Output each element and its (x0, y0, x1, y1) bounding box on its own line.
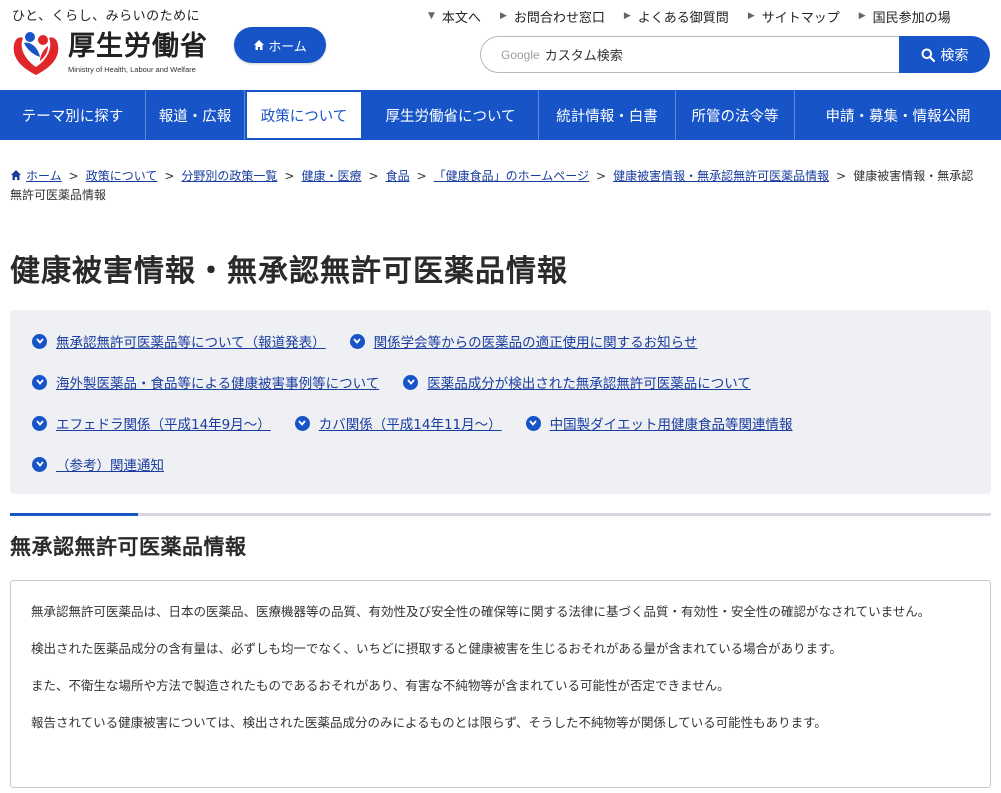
nav-policy[interactable]: 政策について (245, 90, 363, 140)
info-paragraph: 報告されている健康被害については、検出された医薬品成分のみによるものとは限らず、… (31, 715, 827, 730)
chevron-down-circle-icon (294, 415, 310, 431)
breadcrumb: ホーム > 政策について > 分野別の政策一覧 > 健康・医療 > 食品 > 「健康食品」のホームペ… (10, 167, 985, 205)
search-icon (921, 48, 935, 62)
search-placeholder: カスタム検索 (544, 49, 623, 64)
chevron-right-icon: ▶ (499, 10, 507, 21)
chevron-right-icon: ▶ (747, 10, 755, 21)
home-icon (11, 170, 21, 180)
chevron-down-circle-icon (32, 333, 47, 349)
chevron-down-circle-icon (32, 456, 47, 472)
anchor-row: エフェドラ関係（平成14年9月～） カバ関係（平成14年11月～） 中国製ダイエ… (32, 413, 817, 433)
breadcrumb-separator: > (596, 169, 607, 183)
nav-theme[interactable]: テーマ別に探す (0, 90, 146, 140)
search-button-label: 検索 (940, 47, 969, 64)
breadcrumb-separator: > (368, 169, 379, 183)
anchor-row: （参考）関連通知 (32, 454, 188, 474)
info-paragraph: また、不衛生な場所や方法で製造されたものであるおそれがあり、有害な不純物等が含ま… (31, 678, 730, 693)
breadcrumb-link-health-damage-info[interactable]: 健康被害情報・無承認無許可医薬品情報 (613, 169, 829, 183)
logo-text: 厚生労働省 (68, 31, 208, 62)
google-brand-text: Google (501, 47, 540, 62)
chevron-down-circle-icon (525, 415, 541, 431)
nav-laws[interactable]: 所管の法令等 (676, 90, 795, 140)
breadcrumb-link-policy[interactable]: 政策について (86, 169, 158, 183)
chevron-down-circle-icon (349, 333, 365, 349)
nav-press[interactable]: 報道・広報 (146, 90, 245, 140)
anchor-link-press-release[interactable]: 無承認無許可医薬品等について（報道発表） (32, 331, 326, 351)
site-header: ひと、くらし、みらいのために 厚生労働省 Ministry of Health,… (0, 0, 1001, 90)
anchor-row: 海外製医薬品・食品等による健康被害事例等について 医薬品成分が検出された無承認無… (32, 372, 775, 392)
util-link-skip-to-content[interactable]: ▼ 本文へ (428, 7, 481, 27)
info-paragraph: 無承認無許可医薬品は、日本の医薬品、医療機器等の品質、有効性及び安全性の確保等に… (31, 604, 931, 619)
section-divider-accent (10, 513, 138, 516)
anchor-link-panel: 無承認無許可医薬品等について（報道発表） 関係学会等からの医薬品の適正使用に関す… (10, 310, 991, 494)
anchor-row: 無承認無許可医薬品等について（報道発表） 関係学会等からの医薬品の適正使用に関す… (32, 331, 721, 351)
breadcrumb-separator: > (836, 169, 847, 183)
anchor-link-kava[interactable]: カバ関係（平成14年11月～） (294, 413, 502, 433)
section-title: 無承認無許可医薬品情報 (10, 535, 247, 559)
info-paragraph: 検出された医薬品成分の含有量は、必ずしも均一でなく、いちどに摂取すると健康被害を… (31, 641, 842, 656)
info-box: 無承認無許可医薬品は、日本の医薬品、医療機器等の品質、有効性及び安全性の確保等に… (10, 580, 991, 788)
utility-nav: ▼ 本文へ ▶ お問合わせ窓口 ▶ よくある御質問 ▶ サイトマップ ▶ 国民参加の場 (428, 7, 951, 27)
nav-about-ministry[interactable]: 厚生労働省について (363, 90, 539, 140)
mhlw-logo-icon (10, 27, 62, 79)
breadcrumb-separator: > (68, 169, 79, 183)
anchor-link-overseas-cases[interactable]: 海外製医薬品・食品等による健康被害事例等について (32, 372, 379, 392)
site-tagline: ひと、くらし、みらいのために (12, 9, 201, 24)
breadcrumb-link-policy-by-field[interactable]: 分野別の政策一覧 (181, 169, 277, 183)
breadcrumb-link-home[interactable]: ホーム (26, 169, 62, 183)
home-button[interactable]: ホーム (234, 27, 326, 63)
anchor-link-detected-ingredients[interactable]: 医薬品成分が検出された無承認無許可医薬品について (403, 372, 751, 392)
chevron-down-circle-icon (32, 415, 47, 431)
anchor-link-chinese-diet-foods[interactable]: 中国製ダイエット用健康食品等関連情報 (525, 413, 793, 433)
anchor-link-ephedra[interactable]: エフェドラ関係（平成14年9月～） (32, 413, 271, 433)
anchor-link-related-notices[interactable]: （参考）関連通知 (32, 454, 164, 474)
chevron-down-circle-icon (32, 374, 47, 390)
nav-statistics[interactable]: 統計情報・白書 (539, 90, 676, 140)
search-button[interactable]: 検索 (899, 36, 990, 73)
home-icon (254, 40, 265, 50)
breadcrumb-link-food[interactable]: 食品 (386, 169, 410, 183)
util-link-sitemap[interactable]: ▶ サイトマップ (747, 7, 840, 27)
util-link-public-participation[interactable]: ▶ 国民参加の場 (858, 7, 951, 27)
site-search: Google カスタム検索 検索 (480, 36, 990, 73)
section-divider (10, 513, 991, 516)
util-link-contact[interactable]: ▶ お問合わせ窓口 (499, 7, 605, 27)
site-logo[interactable]: 厚生労働省 Ministry of Health, Labour and Wel… (10, 27, 208, 79)
chevron-down-circle-icon (403, 374, 419, 390)
breadcrumb-link-health-medical[interactable]: 健康・医療 (301, 169, 361, 183)
util-link-faq[interactable]: ▶ よくある御質問 (623, 7, 729, 27)
breadcrumb-link-health-food-home[interactable]: 「健康食品」のホームページ (434, 169, 589, 183)
breadcrumb-separator: > (284, 169, 295, 183)
global-nav: テーマ別に探す 報道・広報 政策について 厚生労働省について 統計情報・白書 所… (0, 90, 1001, 140)
logo-english-text: Ministry of Health, Labour and Welfare (68, 65, 196, 74)
search-input[interactable]: Google カスタム検索 (480, 36, 910, 73)
chevron-down-icon: ▼ (428, 10, 435, 21)
breadcrumb-separator: > (164, 169, 175, 183)
page-title: 健康被害情報・無承認無許可医薬品情報 (10, 254, 568, 289)
nav-applications[interactable]: 申請・募集・情報公開 (795, 90, 1001, 140)
chevron-right-icon: ▶ (623, 10, 631, 21)
chevron-right-icon: ▶ (858, 10, 866, 21)
anchor-link-society-notices[interactable]: 関係学会等からの医薬品の適正使用に関するお知らせ (349, 331, 697, 351)
breadcrumb-separator: > (416, 169, 427, 183)
home-button-label: ホーム (268, 39, 307, 55)
